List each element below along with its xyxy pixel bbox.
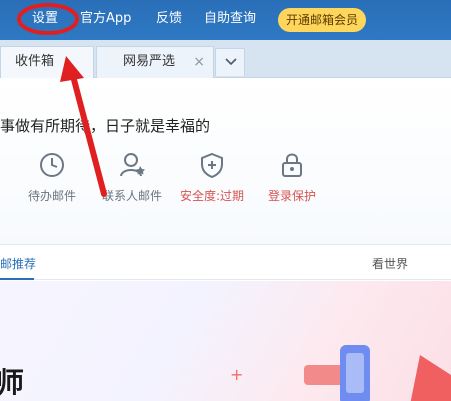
lock-icon — [282, 153, 302, 177]
nav-feedback-link[interactable]: 反馈 — [156, 10, 182, 28]
tab-more-dropdown[interactable] — [215, 48, 245, 76]
sparkle-icon: + — [230, 365, 244, 384]
greeting-text: 事做有所期待，日子就是幸福的 — [0, 117, 211, 135]
quick-action-contacts[interactable]: 联系人邮件 — [92, 151, 172, 204]
nav-official-app-link[interactable]: 官方App — [80, 10, 131, 28]
promo-banner[interactable]: 师 + — [0, 281, 451, 401]
tab-recommend[interactable]: 邮推荐 — [0, 255, 36, 272]
tab-inbox-label: 收件箱 — [15, 54, 55, 69]
clock-icon — [40, 153, 64, 177]
nav-self-help-link[interactable]: 自助查询 — [204, 10, 256, 28]
tab-close-icon[interactable]: × — [193, 47, 205, 77]
quick-action-label: 联系人邮件 — [101, 189, 162, 203]
quick-action-label: 待办邮件 — [27, 189, 76, 203]
quick-action-label: 登录保护 — [267, 189, 316, 203]
nav-settings-link[interactable]: 设置 — [32, 10, 58, 28]
quick-action-label: 安全度:过期 — [179, 189, 245, 203]
mail-tab-bar: 收件箱 网易严选 × — [0, 40, 451, 78]
active-tab-indicator — [0, 278, 34, 280]
quick-action-todo[interactable]: 待办邮件 — [12, 151, 92, 204]
chevron-down-icon — [225, 58, 237, 66]
top-nav: 设置 官方App 反馈 自助查询 开通邮箱会员 — [0, 0, 451, 40]
vip-membership-button[interactable]: 开通邮箱会员 — [278, 8, 367, 32]
welcome-panel: 事做有所期待，日子就是幸福的 待办邮件 联系人邮件 安全度:过期 登录保护 — [0, 79, 451, 244]
quick-action-login-protect[interactable]: 登录保护 — [252, 151, 332, 204]
quick-action-security[interactable]: 安全度:过期 — [172, 151, 252, 204]
banner-headline: 师 — [0, 366, 25, 399]
tab-world[interactable]: 看世界 — [372, 255, 408, 272]
tab-yanxuan-label: 网易严选 — [123, 54, 176, 69]
contact-icon — [120, 153, 145, 177]
tab-yanxuan[interactable]: 网易严选 × — [96, 46, 214, 78]
content-subtabs: 邮推荐 看世界 — [0, 244, 451, 280]
tab-inbox[interactable]: 收件箱 — [0, 46, 94, 78]
shield-icon — [201, 152, 223, 179]
banner-illustration — [304, 345, 451, 401]
